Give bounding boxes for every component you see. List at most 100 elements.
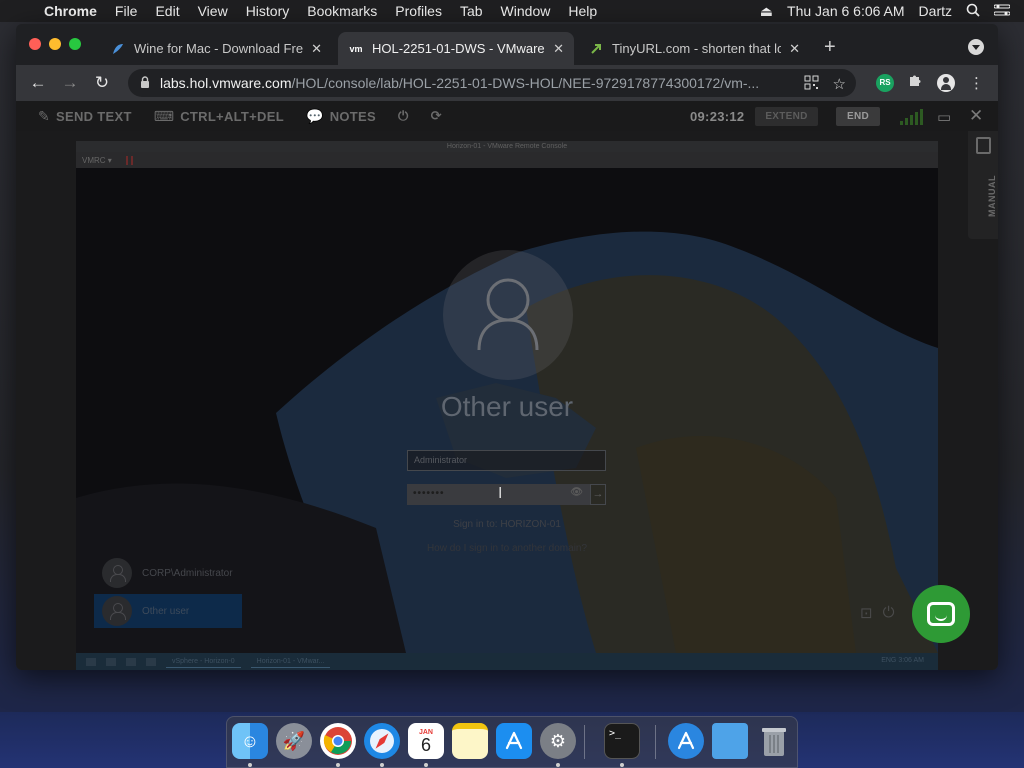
control-center-icon[interactable] <box>993 3 1011 19</box>
refresh-button[interactable]: ⟳ <box>431 108 442 124</box>
sign-in-other-domain-link[interactable]: How do I sign in to another domain? <box>376 543 638 554</box>
chat-support-button[interactable] <box>912 585 970 643</box>
username-field[interactable]: Administrator <box>407 450 606 471</box>
tab-tinyurl[interactable]: TinyURL.com - shorten that lo ✕ <box>578 32 810 65</box>
launchpad-icon[interactable]: 🚀 <box>276 723 312 759</box>
chrome-icon[interactable] <box>320 723 356 759</box>
submit-arrow-button[interactable]: → <box>590 484 606 505</box>
user-entry-other-user[interactable]: Other user <box>94 594 242 628</box>
close-tab-icon[interactable]: ✕ <box>311 41 322 57</box>
documents-folder-icon[interactable] <box>712 723 748 759</box>
user-silhouette-icon <box>477 278 539 351</box>
tab-title: Wine for Mac - Download Free <box>134 41 304 56</box>
close-tab-icon[interactable]: ✕ <box>789 41 800 57</box>
lock-icon[interactable] <box>140 75 150 91</box>
profile-avatar-icon[interactable] <box>937 73 955 92</box>
menu-app-chrome[interactable]: Chrome <box>40 3 106 19</box>
vmrc-menu[interactable]: VMRC ▾ <box>82 156 112 165</box>
taskbar-icon[interactable] <box>146 657 156 666</box>
connection-signal-icon <box>900 109 923 125</box>
pause-icon[interactable] <box>125 155 133 165</box>
spotlight-search-icon[interactable] <box>966 3 980 20</box>
vmrc-window-title: Horizon-01 - VMware Remote Console <box>76 141 938 152</box>
taskbar-app-vsphere[interactable]: vSphere - Horizon-0 <box>166 655 241 668</box>
calendar-day: 6 <box>420 734 431 755</box>
manual-side-tab[interactable]: MANUAL <box>968 131 998 239</box>
taskbar-app-horizon[interactable]: Horizon-01 - VMwar... <box>250 655 331 668</box>
reveal-password-icon[interactable]: 👁 <box>570 487 584 498</box>
zoom-window-button[interactable] <box>69 38 81 50</box>
taskbar-icon[interactable] <box>126 657 136 666</box>
terminal-icon[interactable]: >_ <box>604 723 640 759</box>
power-options-icon[interactable]: ⏻ <box>883 604 895 622</box>
keyboard-icon: ⌨ <box>153 107 175 124</box>
safari-compass-icon[interactable] <box>364 723 400 759</box>
forward-arrow-icon[interactable]: → <box>54 73 86 93</box>
macos-dock: ☺ 🚀 JAN 6 ⚙ >_ <box>226 716 798 768</box>
taskbar-icon[interactable] <box>106 657 116 666</box>
tab-wine-for-mac[interactable]: Wine for Mac - Download Free ✕ <box>100 32 332 65</box>
menu-view[interactable]: View <box>189 3 237 19</box>
running-indicator <box>424 763 428 767</box>
close-tab-icon[interactable]: ✕ <box>553 41 564 57</box>
bookmark-star-icon[interactable]: ☆ <box>833 75 846 94</box>
menu-profiles[interactable]: Profiles <box>386 3 451 19</box>
vm-console-display[interactable]: Horizon-01 - VMware Remote Console VMRC … <box>76 141 938 670</box>
menubar-user[interactable]: Dartz <box>919 3 952 19</box>
chat-icon <box>927 602 955 626</box>
ctrl-alt-del-button[interactable]: ⌨ CTRL+ALT+DEL <box>154 108 284 125</box>
calendar-icon[interactable]: JAN 6 <box>408 723 444 759</box>
chrome-menu-icon[interactable]: ⋮ <box>969 74 984 92</box>
minimize-window-button[interactable] <box>49 38 61 50</box>
menu-edit[interactable]: Edit <box>146 3 188 19</box>
user-entry-corp-administrator[interactable]: CORP\Administrator <box>94 556 242 590</box>
finder-icon[interactable]: ☺ <box>232 723 268 759</box>
start-icon[interactable] <box>86 657 96 666</box>
extend-button[interactable]: EXTEND <box>755 107 818 126</box>
notes-button[interactable]: 💬 NOTES <box>306 108 376 125</box>
url-text: labs.hol.vmware.com/HOL/console/lab/HOL-… <box>160 75 759 91</box>
running-indicator <box>556 763 560 767</box>
menu-file[interactable]: File <box>106 3 147 19</box>
tab-search-dropdown-icon[interactable] <box>968 39 984 55</box>
reload-icon[interactable]: ↻ <box>86 73 118 93</box>
menu-history[interactable]: History <box>237 3 299 19</box>
power-button[interactable]: ⏻ <box>398 108 409 124</box>
app-store-icon[interactable] <box>496 723 532 759</box>
lab-timer: 09:23:12 <box>690 109 745 124</box>
login-corner-icons: ⊡ ⏻ <box>860 604 894 622</box>
tab-title: TinyURL.com - shorten that lo <box>612 41 782 56</box>
system-preferences-gear-icon[interactable]: ⚙ <box>540 723 576 759</box>
menu-bookmarks[interactable]: Bookmarks <box>298 3 386 19</box>
menubar-clock[interactable]: Thu Jan 6 6:06 AM <box>787 3 905 19</box>
new-tab-plus-icon[interactable]: + <box>824 36 836 59</box>
manual-label: MANUAL <box>987 175 997 217</box>
close-window-button[interactable] <box>29 38 41 50</box>
browser-toolbar: ← → ↻ labs.hol.vmware.com/HOL/console/la… <box>16 65 998 101</box>
applications-folder-icon[interactable] <box>668 723 704 759</box>
user-name: Other user <box>142 605 190 617</box>
url-path: /HOL/console/lab/HOL-2251-01-DWS-HOL/NEE… <box>291 75 760 91</box>
eject-icon[interactable]: ⏏ <box>760 3 773 20</box>
book-icon <box>976 137 991 154</box>
tab-hol-vmware[interactable]: vm HOL-2251-01-DWS - VMware L ✕ <box>338 32 574 65</box>
menu-tab[interactable]: Tab <box>451 3 492 19</box>
password-mask: ••••••• <box>413 488 445 499</box>
trash-icon[interactable] <box>756 723 792 759</box>
qr-code-icon[interactable] <box>804 75 819 94</box>
extension-rs-icon[interactable]: RS <box>876 73 894 92</box>
close-console-icon[interactable]: ✕ <box>969 106 984 126</box>
windows-login-screen: Other user Administrator ••••••• 👁 → I S… <box>76 168 938 653</box>
send-text-button[interactable]: ✎ SEND TEXT <box>38 108 132 125</box>
back-arrow-icon[interactable]: ← <box>22 73 54 93</box>
address-bar[interactable]: labs.hol.vmware.com/HOL/console/lab/HOL-… <box>128 69 856 97</box>
menu-help[interactable]: Help <box>559 3 606 19</box>
ctrl-alt-del-label: CTRL+ALT+DEL <box>180 108 284 124</box>
extensions-puzzle-icon[interactable] <box>908 73 923 92</box>
notes-icon[interactable] <box>452 723 488 759</box>
end-button[interactable]: END <box>836 107 880 126</box>
taskbar-clock: ENG 3:06 AM <box>881 657 924 664</box>
monitor-icon[interactable]: ▭ <box>937 108 951 126</box>
menu-window[interactable]: Window <box>492 3 560 19</box>
accessibility-icon[interactable]: ⊡ <box>860 604 873 622</box>
